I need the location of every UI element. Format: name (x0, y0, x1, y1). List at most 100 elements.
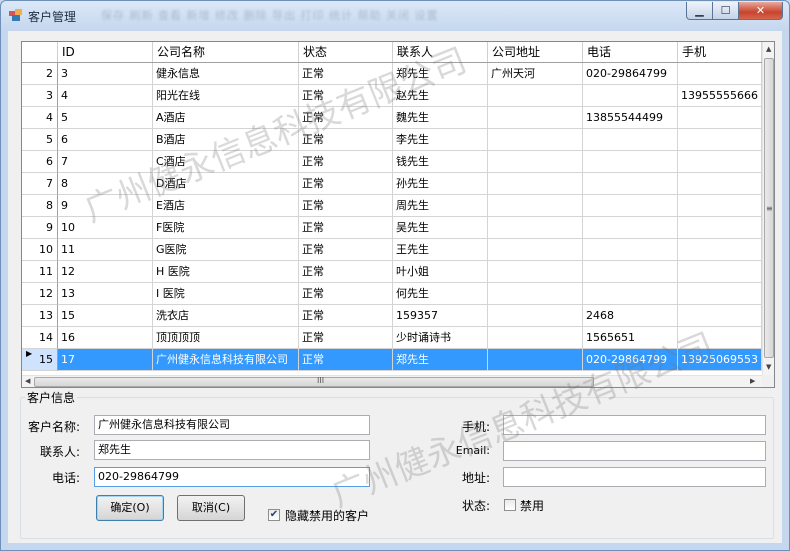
ok-button[interactable]: 确定(O) (96, 495, 164, 521)
cell-phone[interactable]: 2468 (583, 305, 678, 327)
row-header[interactable]: 14 (22, 327, 58, 349)
cell-status[interactable]: 正常 (299, 349, 393, 371)
cell-address[interactable] (488, 261, 583, 283)
cell-id[interactable]: 9 (58, 195, 153, 217)
address-input[interactable] (503, 467, 766, 487)
cell-company[interactable]: B酒店 (153, 129, 299, 151)
cell-mobile[interactable]: 13955555666 (678, 85, 762, 107)
cell-address[interactable] (488, 305, 583, 327)
cell-id[interactable]: 16 (58, 327, 153, 349)
title-bar[interactable]: 客户管理 保存 刷新 查看 新增 修改 删除 导出 打印 统计 帮助 关闭 设置… (1, 1, 789, 31)
contact-input[interactable]: 郑先生 (94, 440, 370, 460)
cell-id[interactable]: 5 (58, 107, 153, 129)
horizontal-scroll-thumb[interactable]: III (34, 376, 594, 387)
cell-status[interactable]: 正常 (299, 151, 393, 173)
cell-phone[interactable]: 020-29864799 (583, 349, 678, 371)
cell-status[interactable]: 正常 (299, 173, 393, 195)
row-header[interactable]: 6 (22, 151, 58, 173)
scroll-up-icon[interactable]: ▲ (766, 45, 771, 53)
cell-contact[interactable]: 李先生 (393, 129, 488, 151)
row-header[interactable]: 5 (22, 129, 58, 151)
cell-contact[interactable]: 魏先生 (393, 107, 488, 129)
cell-phone[interactable] (583, 239, 678, 261)
cell-id[interactable]: 17 (58, 349, 153, 371)
cell-company[interactable]: C酒店 (153, 151, 299, 173)
cell-status[interactable]: 正常 (299, 305, 393, 327)
phone-input[interactable]: 020-29864799 (94, 467, 370, 487)
cell-address[interactable] (488, 85, 583, 107)
cell-address[interactable] (488, 129, 583, 151)
row-header[interactable]: 10 (22, 239, 58, 261)
cell-mobile[interactable] (678, 63, 762, 85)
cell-contact[interactable]: 周先生 (393, 195, 488, 217)
cell-phone[interactable]: 1565651 (583, 327, 678, 349)
scroll-right-icon[interactable]: ▶ (750, 377, 755, 385)
cell-contact[interactable]: 吴先生 (393, 217, 488, 239)
disabled-checkbox-label[interactable]: 禁用 (520, 497, 544, 514)
vertical-scrollbar[interactable]: ▲ ≡ ▼ (762, 42, 774, 375)
cell-id[interactable]: 13 (58, 283, 153, 305)
cell-id[interactable]: 6 (58, 129, 153, 151)
column-header-status[interactable]: 状态 (299, 42, 393, 62)
column-header-address[interactable]: 公司地址 (488, 42, 583, 62)
cell-contact[interactable]: 王先生 (393, 239, 488, 261)
cell-status[interactable]: 正常 (299, 283, 393, 305)
cell-company[interactable]: 健永信息 (153, 63, 299, 85)
cell-phone[interactable]: 020-29864799 (583, 63, 678, 85)
table-row[interactable]: 3 4 阳光在线 正常 赵先生 13955555666 (22, 85, 762, 107)
cell-mobile[interactable] (678, 173, 762, 195)
cell-mobile[interactable] (678, 305, 762, 327)
cell-address[interactable] (488, 195, 583, 217)
cell-phone[interactable] (583, 129, 678, 151)
cell-company[interactable]: E酒店 (153, 195, 299, 217)
cell-address[interactable] (488, 283, 583, 305)
cell-id[interactable]: 10 (58, 217, 153, 239)
cell-id[interactable]: 12 (58, 261, 153, 283)
cancel-button[interactable]: 取消(C) (177, 495, 245, 521)
cell-address[interactable] (488, 327, 583, 349)
cell-status[interactable]: 正常 (299, 217, 393, 239)
cell-company[interactable]: I 医院 (153, 283, 299, 305)
cell-status[interactable]: 正常 (299, 129, 393, 151)
cell-mobile[interactable] (678, 239, 762, 261)
cell-company[interactable]: H 医院 (153, 261, 299, 283)
cell-id[interactable]: 11 (58, 239, 153, 261)
row-header[interactable]: 2 (22, 63, 58, 85)
cell-company[interactable]: G医院 (153, 239, 299, 261)
column-header-id[interactable]: ID (58, 42, 153, 62)
table-row-selected[interactable]: 15 17 广州健永信息科技有限公司 正常 郑先生 020-29864799 1392506… (22, 349, 762, 371)
cell-mobile[interactable] (678, 151, 762, 173)
row-header[interactable]: 3 (22, 85, 58, 107)
cell-contact[interactable]: 孙先生 (393, 173, 488, 195)
cell-contact[interactable]: 何先生 (393, 283, 488, 305)
maximize-button[interactable]: ☐ (712, 2, 739, 20)
row-header[interactable]: 7 (22, 173, 58, 195)
cell-company[interactable]: 顶顶顶顶 (153, 327, 299, 349)
company-name-input[interactable]: 广州健永信息科技有限公司 (94, 415, 370, 435)
cell-mobile[interactable] (678, 261, 762, 283)
mobile-input[interactable] (503, 415, 766, 435)
cell-phone[interactable] (583, 217, 678, 239)
cell-phone[interactable] (583, 195, 678, 217)
cell-phone[interactable] (583, 283, 678, 305)
cell-status[interactable]: 正常 (299, 85, 393, 107)
cell-address[interactable] (488, 349, 583, 371)
row-header[interactable]: 8 (22, 195, 58, 217)
hide-disabled-checkbox[interactable]: ✔ (268, 509, 280, 521)
cell-phone[interactable] (583, 151, 678, 173)
disabled-checkbox[interactable] (504, 499, 516, 511)
row-header[interactable]: 13 (22, 305, 58, 327)
table-row[interactable]: 2 3 健永信息 正常 郑先生 广州天河 020-29864799 (22, 63, 762, 85)
table-row[interactable]: 9 10 F医院 正常 吴先生 (22, 217, 762, 239)
cell-mobile[interactable] (678, 129, 762, 151)
cell-id[interactable]: 4 (58, 85, 153, 107)
cell-id[interactable]: 15 (58, 305, 153, 327)
cell-phone[interactable] (583, 173, 678, 195)
cell-company[interactable]: F医院 (153, 217, 299, 239)
cell-contact[interactable]: 少时诵诗书 (393, 327, 488, 349)
cell-company[interactable]: A酒店 (153, 107, 299, 129)
cell-contact[interactable]: 郑先生 (393, 349, 488, 371)
vertical-scroll-thumb[interactable]: ≡ (764, 58, 774, 358)
scroll-left-icon[interactable]: ◀ (25, 377, 30, 385)
cell-company[interactable]: D酒店 (153, 173, 299, 195)
